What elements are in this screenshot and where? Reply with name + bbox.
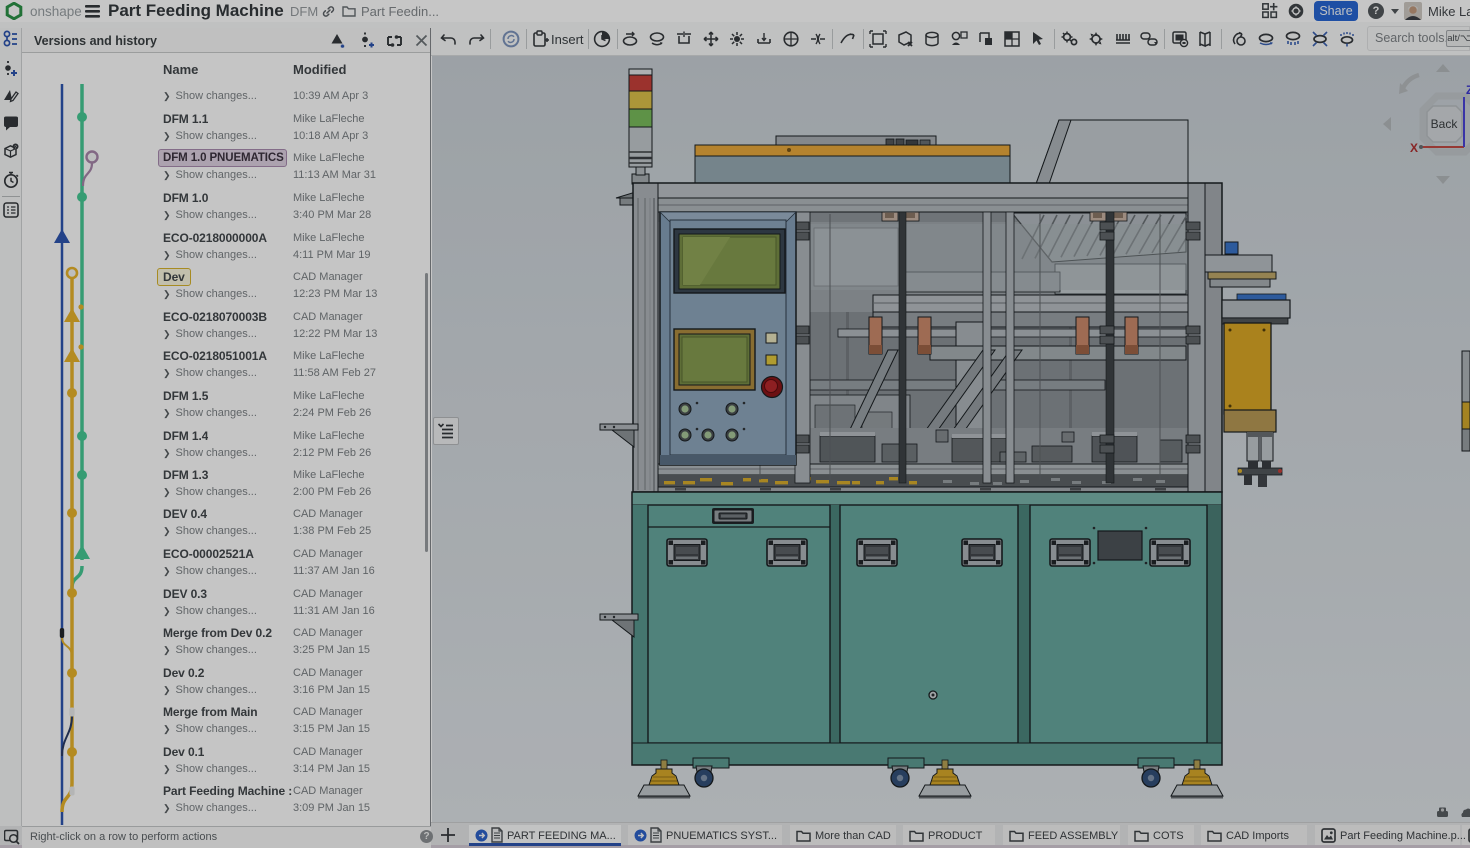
svg-text:X: X xyxy=(1410,141,1418,155)
svg-text:Z: Z xyxy=(1466,83,1470,97)
svg-text:Back: Back xyxy=(1431,117,1459,131)
